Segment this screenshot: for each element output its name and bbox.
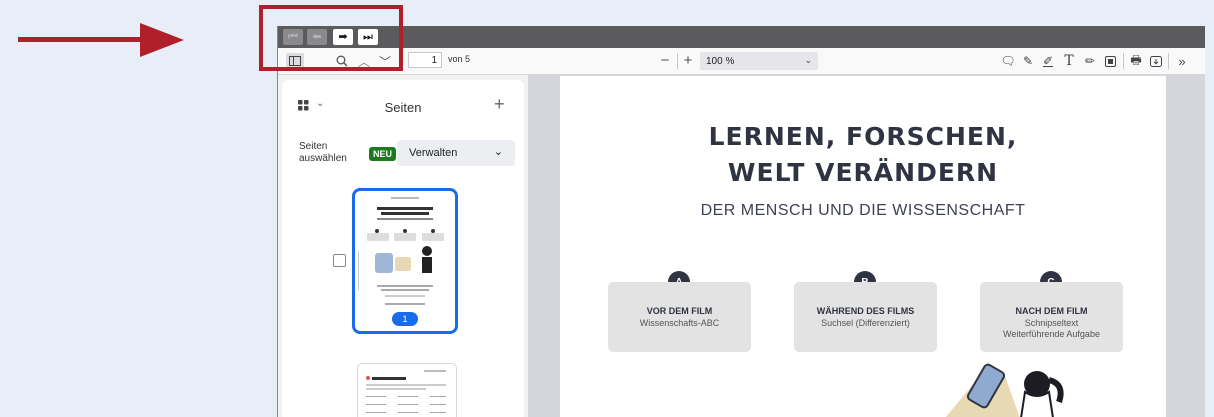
print-button[interactable]: 🖶 xyxy=(1128,53,1144,69)
card-heading: NACH DEM FILM xyxy=(1015,306,1088,316)
manage-label: Verwalten xyxy=(409,147,458,159)
viewer-toolbar: ︿ ﹀ von 5 − + 100 % ⌄ 🗨 ✎ ✐ T ✏ 🖶 xyxy=(278,48,1205,75)
document-title-line2: WELT VERÄNDERN xyxy=(727,158,999,187)
page-navigation-bar: ⏮ ⬅ ➡ ⏭ xyxy=(278,26,1205,48)
text-icon: T xyxy=(1064,53,1074,69)
document-title-line1: LERNEN, FORSCHEN, xyxy=(708,122,1018,151)
card-during-film: WÄHREND DES FILMS Suchsel (Differenziert… xyxy=(794,282,937,352)
card-text: Schnipseltext xyxy=(1024,318,1079,328)
pages-sidebar: ⌄ Seiten + Seiten auswählen NEU Verwalte… xyxy=(282,80,524,417)
draw-button[interactable]: ✏ xyxy=(1082,53,1098,69)
double-chevron-right-icon: » xyxy=(1178,53,1186,69)
zoom-value: 100 % xyxy=(706,55,735,67)
image-icon xyxy=(1104,55,1116,67)
annotation-arrow-shaft xyxy=(18,37,148,42)
zoom-select[interactable]: 100 % ⌄ xyxy=(700,52,818,70)
document-subtitle: DER MENSCH UND DIE WISSENSCHAFT xyxy=(700,202,1026,219)
scientist-illustration xyxy=(945,363,1064,417)
more-tools-button[interactable]: » xyxy=(1174,53,1190,69)
card-text: Weiterführende Aufgabe xyxy=(1003,329,1100,339)
card-after-film: NACH DEM FILM Schnipseltext Weiterführen… xyxy=(980,282,1123,352)
page-thumbnail-2[interactable] xyxy=(357,363,457,417)
comment-icon: 🗨 xyxy=(1000,54,1016,68)
thumbnail-preview xyxy=(366,370,446,413)
text-tool-button[interactable]: T xyxy=(1061,53,1077,69)
comment-button[interactable]: 🗨 xyxy=(1000,53,1016,69)
annotation-arrow-head xyxy=(140,23,184,57)
manage-dropdown[interactable]: Verwalten ⌄ xyxy=(397,140,515,166)
card-text: Wissenschafts-ABC xyxy=(639,318,720,328)
select-pages-label-line2: auswählen xyxy=(299,153,347,164)
edit-document-icon: ✎ xyxy=(1022,54,1034,68)
zoom-out-button[interactable]: − xyxy=(657,51,673,69)
pencil-icon: ✏ xyxy=(1084,54,1096,68)
highlight-pen-icon: ✐ xyxy=(1042,54,1054,68)
thumbnail-page-number: 1 xyxy=(392,312,418,326)
image-button[interactable] xyxy=(1102,53,1118,69)
new-badge: NEU xyxy=(369,147,397,161)
printer-icon: 🖶 xyxy=(1130,52,1142,67)
save-button[interactable] xyxy=(1148,53,1164,69)
pdf-viewer: ⏮ ⬅ ➡ ⏭ ︿ ﹀ von 5 − + xyxy=(277,26,1205,417)
document-page: LERNEN, FORSCHEN, WELT VERÄNDERN DER MEN… xyxy=(560,76,1166,417)
card-heading: VOR DEM FILM xyxy=(646,306,713,316)
card-before-film: VOR DEM FILM Wissenschafts-ABC xyxy=(608,282,751,352)
add-page-button[interactable]: + xyxy=(494,94,505,115)
highlight-button[interactable]: ✐ xyxy=(1040,53,1056,69)
select-pages-label-line1: Seiten xyxy=(299,141,328,152)
toolbar-divider xyxy=(677,53,678,69)
plus-icon: + xyxy=(494,94,505,114)
chevron-down-icon: ⌄ xyxy=(493,146,503,158)
chevron-down-icon: ⌄ xyxy=(804,55,812,65)
thumbnail-preview xyxy=(358,197,444,305)
card-text: Suchsel (Differenziert) xyxy=(821,318,910,328)
sidebar-title: Seiten xyxy=(384,100,422,115)
zoom-in-button[interactable]: + xyxy=(680,51,696,69)
annotation-highlight-box xyxy=(259,5,403,71)
toolbar-divider xyxy=(1168,53,1169,69)
card-heading: WÄHREND DES FILMS xyxy=(816,306,915,316)
minus-icon: − xyxy=(660,51,670,69)
edit-text-button[interactable]: ✎ xyxy=(1020,53,1036,69)
page-number-input[interactable] xyxy=(408,52,442,68)
plus-icon: + xyxy=(683,51,693,69)
page-select-checkbox[interactable] xyxy=(333,254,346,267)
select-pages-label: Seiten auswählen xyxy=(299,141,359,165)
toolbar-divider xyxy=(1123,53,1124,69)
page-count-label: von 5 xyxy=(448,54,471,64)
save-icon xyxy=(1150,55,1162,67)
